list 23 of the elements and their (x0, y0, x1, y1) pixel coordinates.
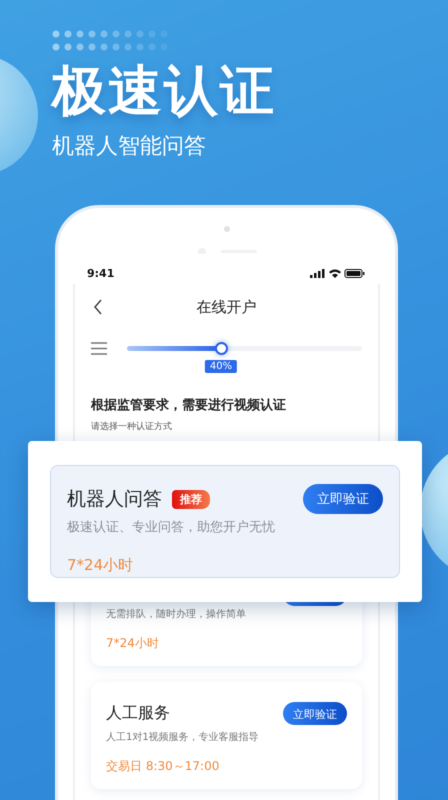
page-title: 在线开户 (196, 298, 256, 316)
recommend-tag: 推荐 (172, 490, 210, 508)
option-description: 无需排队，随时办理，操作简单 (106, 608, 247, 621)
section-subheading: 请选择一种认证方式 (91, 420, 173, 433)
hero-subtitle: 机器人智能问答 (52, 133, 207, 161)
status-time: 9:41 (87, 266, 114, 280)
status-icons (310, 268, 366, 278)
service-hours: 交易日 8:30～17:00 (106, 758, 220, 775)
progress-label: 40% (204, 360, 238, 372)
option-description: 人工1对1视频服务，专业客服指导 (106, 730, 260, 744)
back-icon[interactable] (93, 299, 103, 315)
service-hours: 7*24小时 (67, 556, 134, 575)
progress-thumb[interactable] (215, 342, 228, 354)
option-description: 极速认证、专业问答，助您开户无忧 (67, 519, 276, 536)
service-hours: 7*24小时 (106, 635, 160, 652)
section-heading: 根据监管要求，需要进行视频认证 (91, 397, 287, 414)
speaker-icon (224, 226, 230, 232)
hero-title: 极速认证 (52, 59, 277, 123)
option-title: 人工服务 (106, 702, 170, 724)
verify-button[interactable]: 立即验证 (283, 702, 347, 724)
menu-icon[interactable] (91, 342, 107, 354)
option-title: 机器人问答 (67, 487, 162, 512)
verify-button[interactable]: 立即验证 (303, 484, 383, 514)
